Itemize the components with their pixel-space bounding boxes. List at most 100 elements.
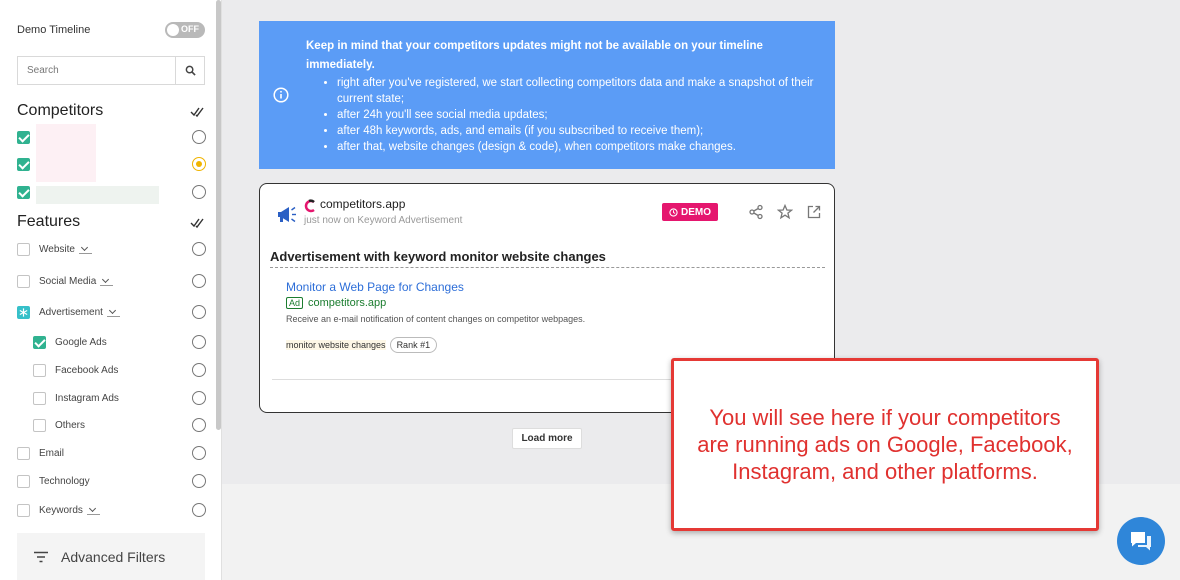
feature-instagram-ads[interactable]: Instagram Ads [33,389,206,407]
keyword-text: monitor website changes [286,340,386,350]
ad-description: Receive an e-mail notification of conten… [286,314,586,324]
competitor-row[interactable] [17,155,206,173]
feature-label: Technology [39,475,90,487]
feature-radio[interactable] [192,363,206,377]
chevron-down-icon[interactable] [86,505,100,515]
demo-timeline-toggle[interactable]: OFF [165,22,205,38]
sidebar-scrollbar[interactable] [216,0,221,430]
source-meta: just now on Keyword Advertisement [304,215,463,226]
feature-checkbox[interactable] [33,335,46,349]
clock-icon [669,207,678,217]
advanced-filters-button[interactable]: Advanced Filters [17,533,205,580]
megaphone-icon [278,206,296,223]
tutorial-callout: You will see here if your competitors ar… [671,358,1099,531]
card-title: Advertisement with keyword monitor websi… [270,249,825,268]
toggle-knob [167,24,179,36]
search-icon [185,65,196,76]
feature-label: Others [55,419,86,431]
feature-checkbox[interactable] [17,446,30,460]
competitor-radio[interactable] [192,185,206,199]
toggle-label: OFF [181,24,199,34]
feature-label: Advertisement [39,306,103,318]
feature-checkbox[interactable] [33,418,46,432]
rank-badge: Rank #1 [389,337,438,353]
feature-technology[interactable]: Technology [17,472,206,490]
chevron-down-icon[interactable] [106,307,120,317]
filter-icon [34,551,48,562]
feature-radio[interactable] [192,335,206,349]
search-input[interactable] [18,57,175,84]
feature-radio[interactable] [192,391,206,405]
competitor-radio[interactable] [192,130,206,144]
load-more-button[interactable]: Load more [512,428,582,449]
select-all-competitors-icon[interactable] [190,106,206,118]
ad-url: Ad competitors.app [286,297,386,309]
info-item: right after you've registered, we start … [337,75,817,107]
ad-tag: Ad [286,297,304,309]
competitor-checkbox[interactable] [17,130,30,144]
feature-label: Instagram Ads [55,392,119,404]
feature-radio[interactable] [192,274,206,288]
feature-radio[interactable] [192,305,206,319]
competitor-logo-icon [304,199,315,213]
demo-badge: DEMO [662,203,718,221]
share-icon[interactable] [748,204,764,220]
advanced-filters-label: Advanced Filters [61,548,166,565]
callout-text: You will see here if your competitors ar… [697,405,1073,484]
feature-radio[interactable] [192,503,206,517]
select-all-features-icon[interactable] [190,217,206,229]
feature-label: Facebook Ads [55,364,119,376]
feature-label: Website [39,243,75,255]
feature-facebook-ads[interactable]: Facebook Ads [33,361,206,379]
ad-url-text: competitors.app [308,297,387,309]
keyword-row: monitor website changes Rank #1 [286,337,438,353]
feature-checkbox[interactable] [33,363,46,377]
feature-label: Google Ads [55,336,107,348]
competitor-row[interactable] [17,128,206,146]
feature-radio[interactable] [192,418,206,432]
info-title: Keep in mind that your competitors updat… [306,40,763,71]
feature-checkbox[interactable] [17,503,30,517]
info-item: after that, website changes (design & co… [337,139,817,155]
star-icon[interactable] [777,204,793,220]
info-list: right after you've registered, we start … [337,75,817,155]
feature-google-ads[interactable]: Google Ads [33,333,206,351]
feature-website[interactable]: Website [17,240,206,258]
feature-advertisement[interactable]: Advertisement [17,303,206,321]
source-name[interactable]: competitors.app [320,197,405,211]
demo-timeline-label: Demo Timeline [17,24,91,36]
ad-title-link[interactable]: Monitor a Web Page for Changes [286,280,464,294]
search-button[interactable] [175,57,204,84]
feature-radio[interactable] [192,474,206,488]
competitor-radio[interactable] [192,157,206,171]
info-banner: Keep in mind that your competitors updat… [259,21,835,169]
feature-social-media[interactable]: Social Media [17,272,206,290]
sidebar: Demo Timeline OFF Competitors Features W… [0,0,222,580]
feature-radio[interactable] [192,242,206,256]
chevron-down-icon[interactable] [78,244,92,254]
asterisk-icon [19,307,28,317]
external-link-icon[interactable] [806,204,822,220]
competitor-checkbox[interactable] [17,185,30,199]
info-item: after 24h you'll see social media update… [337,107,817,123]
feature-checkbox[interactable] [17,274,30,288]
feature-others[interactable]: Others [33,416,206,434]
demo-timeline-row: Demo Timeline OFF [17,22,205,38]
competitor-checkbox[interactable] [17,157,30,171]
feature-checkbox[interactable] [17,242,30,256]
demo-badge-label: DEMO [681,206,711,218]
competitors-title: Competitors [17,102,104,119]
chevron-down-icon[interactable] [100,276,114,286]
feature-checkbox[interactable] [33,391,46,405]
feature-checkbox-partial[interactable] [17,305,30,319]
chat-icon [1131,532,1151,551]
chat-button[interactable] [1117,517,1165,565]
feature-radio[interactable] [192,446,206,460]
feature-checkbox[interactable] [17,474,30,488]
feature-keywords[interactable]: Keywords [17,501,206,519]
competitor-row[interactable] [17,183,206,201]
feature-label: Social Media [39,275,97,287]
info-icon [273,87,289,103]
features-title: Features [17,213,81,230]
feature-email[interactable]: Email [17,444,206,462]
